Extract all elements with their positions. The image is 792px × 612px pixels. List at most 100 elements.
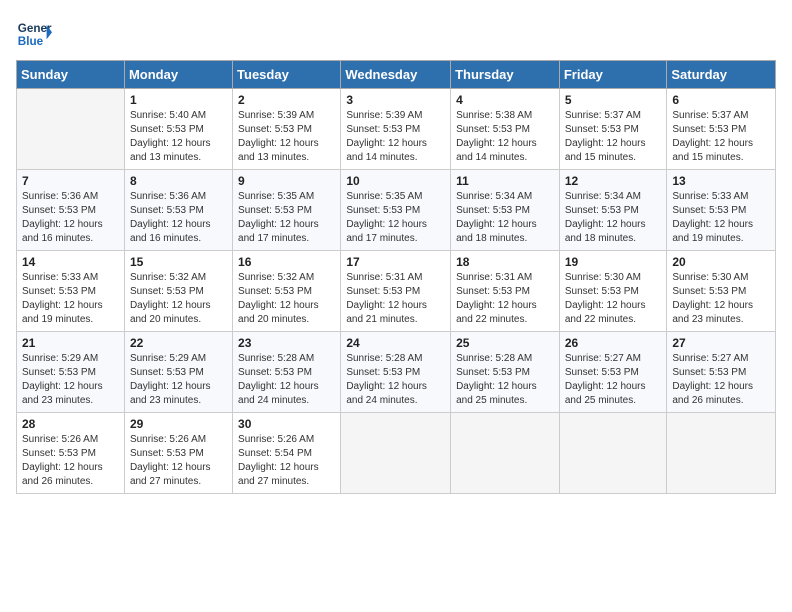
- calendar-cell: 30 Sunrise: 5:26 AM Sunset: 5:54 PM Dayli…: [233, 413, 341, 494]
- day-number: 13: [672, 174, 770, 188]
- calendar-cell: [559, 413, 667, 494]
- day-info: Sunrise: 5:40 AM Sunset: 5:53 PM Dayligh…: [130, 109, 227, 165]
- day-info: Sunrise: 5:28 AM Sunset: 5:53 PM Dayligh…: [346, 352, 445, 408]
- page-header: General Blue: [16, 16, 776, 52]
- week-row-4: 21 Sunrise: 5:29 AM Sunset: 5:53 PM Dayli…: [17, 332, 776, 413]
- calendar-cell: 12 Sunrise: 5:34 AM Sunset: 5:53 PM Dayli…: [559, 170, 667, 251]
- day-info: Sunrise: 5:37 AM Sunset: 5:53 PM Dayligh…: [672, 109, 770, 165]
- calendar-cell: 8Sunrise: 5:36 AM Sunset: 5:53 PM Daylig…: [124, 170, 232, 251]
- day-number: 5: [565, 93, 662, 107]
- day-number: 24: [346, 336, 445, 350]
- week-row-2: 7 Sunrise: 5:36 AM Sunset: 5:53 PM Daylig…: [17, 170, 776, 251]
- calendar-cell: 3Sunrise: 5:39 AM Sunset: 5:53 PM Daylig…: [341, 89, 451, 170]
- calendar-cell: [341, 413, 451, 494]
- day-info: Sunrise: 5:28 AM Sunset: 5:53 PM Dayligh…: [456, 352, 554, 408]
- header-monday: Monday: [124, 61, 232, 89]
- calendar-cell: [17, 89, 125, 170]
- day-number: 17: [346, 255, 445, 269]
- day-info: Sunrise: 5:26 AM Sunset: 5:53 PM Dayligh…: [22, 433, 119, 489]
- day-number: 10: [346, 174, 445, 188]
- day-info: Sunrise: 5:39 AM Sunset: 5:53 PM Dayligh…: [346, 109, 445, 165]
- header-thursday: Thursday: [451, 61, 560, 89]
- day-number: 4: [456, 93, 554, 107]
- calendar-cell: 24 Sunrise: 5:28 AM Sunset: 5:53 PM Dayli…: [341, 332, 451, 413]
- day-number: 27: [672, 336, 770, 350]
- day-info: Sunrise: 5:30 AM Sunset: 5:53 PM Dayligh…: [565, 271, 662, 327]
- day-number: 11: [456, 174, 554, 188]
- calendar-cell: [667, 413, 776, 494]
- day-info: Sunrise: 5:34 AM Sunset: 5:53 PM Dayligh…: [565, 190, 662, 246]
- calendar-cell: 23 Sunrise: 5:28 AM Sunset: 5:53 PM Dayli…: [233, 332, 341, 413]
- day-number: 29: [130, 417, 227, 431]
- header-sunday: Sunday: [17, 61, 125, 89]
- logo-icon: General Blue: [16, 16, 52, 52]
- day-info: Sunrise: 5:29 AM Sunset: 5:53 PM Dayligh…: [22, 352, 119, 408]
- calendar-cell: 29Sunrise: 5:26 AM Sunset: 5:53 PM Dayli…: [124, 413, 232, 494]
- calendar-cell: 20 Sunrise: 5:30 AM Sunset: 5:53 PM Dayli…: [667, 251, 776, 332]
- day-info: Sunrise: 5:31 AM Sunset: 5:53 PM Dayligh…: [456, 271, 554, 327]
- day-number: 21: [22, 336, 119, 350]
- day-info: Sunrise: 5:36 AM Sunset: 5:53 PM Dayligh…: [22, 190, 119, 246]
- day-number: 23: [238, 336, 335, 350]
- calendar-cell: 17 Sunrise: 5:31 AM Sunset: 5:53 PM Dayli…: [341, 251, 451, 332]
- day-number: 19: [565, 255, 662, 269]
- day-info: Sunrise: 5:26 AM Sunset: 5:54 PM Dayligh…: [238, 433, 335, 489]
- day-info: Sunrise: 5:28 AM Sunset: 5:53 PM Dayligh…: [238, 352, 335, 408]
- calendar-cell: 19 Sunrise: 5:30 AM Sunset: 5:53 PM Dayli…: [559, 251, 667, 332]
- calendar-cell: 6 Sunrise: 5:37 AM Sunset: 5:53 PM Daylig…: [667, 89, 776, 170]
- header-tuesday: Tuesday: [233, 61, 341, 89]
- week-row-1: 1Sunrise: 5:40 AM Sunset: 5:53 PM Daylig…: [17, 89, 776, 170]
- day-number: 7: [22, 174, 119, 188]
- day-info: Sunrise: 5:37 AM Sunset: 5:53 PM Dayligh…: [565, 109, 662, 165]
- day-number: 14: [22, 255, 119, 269]
- calendar-cell: 14 Sunrise: 5:33 AM Sunset: 5:53 PM Dayli…: [17, 251, 125, 332]
- calendar-cell: 11 Sunrise: 5:34 AM Sunset: 5:53 PM Dayli…: [451, 170, 560, 251]
- day-number: 22: [130, 336, 227, 350]
- svg-text:Blue: Blue: [18, 35, 44, 48]
- day-info: Sunrise: 5:36 AM Sunset: 5:53 PM Dayligh…: [130, 190, 227, 246]
- day-number: 30: [238, 417, 335, 431]
- day-info: Sunrise: 5:27 AM Sunset: 5:53 PM Dayligh…: [565, 352, 662, 408]
- header-friday: Friday: [559, 61, 667, 89]
- calendar-cell: 2 Sunrise: 5:39 AM Sunset: 5:53 PM Daylig…: [233, 89, 341, 170]
- day-number: 20: [672, 255, 770, 269]
- calendar-cell: [451, 413, 560, 494]
- logo: General Blue: [16, 16, 52, 52]
- calendar-cell: 27 Sunrise: 5:27 AM Sunset: 5:53 PM Dayli…: [667, 332, 776, 413]
- day-info: Sunrise: 5:39 AM Sunset: 5:53 PM Dayligh…: [238, 109, 335, 165]
- calendar-cell: 22Sunrise: 5:29 AM Sunset: 5:53 PM Dayli…: [124, 332, 232, 413]
- day-info: Sunrise: 5:35 AM Sunset: 5:53 PM Dayligh…: [346, 190, 445, 246]
- day-info: Sunrise: 5:34 AM Sunset: 5:53 PM Dayligh…: [456, 190, 554, 246]
- calendar-table: SundayMondayTuesdayWednesdayThursdayFrid…: [16, 60, 776, 494]
- calendar-cell: 10 Sunrise: 5:35 AM Sunset: 5:53 PM Dayli…: [341, 170, 451, 251]
- week-row-3: 14 Sunrise: 5:33 AM Sunset: 5:53 PM Dayli…: [17, 251, 776, 332]
- day-number: 26: [565, 336, 662, 350]
- header-wednesday: Wednesday: [341, 61, 451, 89]
- calendar-cell: 28 Sunrise: 5:26 AM Sunset: 5:53 PM Dayli…: [17, 413, 125, 494]
- day-number: 18: [456, 255, 554, 269]
- day-number: 25: [456, 336, 554, 350]
- day-number: 28: [22, 417, 119, 431]
- day-info: Sunrise: 5:32 AM Sunset: 5:53 PM Dayligh…: [130, 271, 227, 327]
- calendar-header-row: SundayMondayTuesdayWednesdayThursdayFrid…: [17, 61, 776, 89]
- day-number: 2: [238, 93, 335, 107]
- day-info: Sunrise: 5:33 AM Sunset: 5:53 PM Dayligh…: [672, 190, 770, 246]
- day-number: 12: [565, 174, 662, 188]
- calendar-cell: 9Sunrise: 5:35 AM Sunset: 5:53 PM Daylig…: [233, 170, 341, 251]
- day-info: Sunrise: 5:35 AM Sunset: 5:53 PM Dayligh…: [238, 190, 335, 246]
- calendar-cell: 21 Sunrise: 5:29 AM Sunset: 5:53 PM Dayli…: [17, 332, 125, 413]
- day-info: Sunrise: 5:33 AM Sunset: 5:53 PM Dayligh…: [22, 271, 119, 327]
- day-info: Sunrise: 5:27 AM Sunset: 5:53 PM Dayligh…: [672, 352, 770, 408]
- day-info: Sunrise: 5:38 AM Sunset: 5:53 PM Dayligh…: [456, 109, 554, 165]
- calendar-cell: 15Sunrise: 5:32 AM Sunset: 5:53 PM Dayli…: [124, 251, 232, 332]
- calendar-cell: 7 Sunrise: 5:36 AM Sunset: 5:53 PM Daylig…: [17, 170, 125, 251]
- calendar-cell: 5 Sunrise: 5:37 AM Sunset: 5:53 PM Daylig…: [559, 89, 667, 170]
- day-info: Sunrise: 5:30 AM Sunset: 5:53 PM Dayligh…: [672, 271, 770, 327]
- day-info: Sunrise: 5:32 AM Sunset: 5:53 PM Dayligh…: [238, 271, 335, 327]
- calendar-cell: 16 Sunrise: 5:32 AM Sunset: 5:53 PM Dayli…: [233, 251, 341, 332]
- day-number: 6: [672, 93, 770, 107]
- calendar-cell: 18 Sunrise: 5:31 AM Sunset: 5:53 PM Dayli…: [451, 251, 560, 332]
- calendar-cell: 25 Sunrise: 5:28 AM Sunset: 5:53 PM Dayli…: [451, 332, 560, 413]
- day-number: 16: [238, 255, 335, 269]
- day-info: Sunrise: 5:31 AM Sunset: 5:53 PM Dayligh…: [346, 271, 445, 327]
